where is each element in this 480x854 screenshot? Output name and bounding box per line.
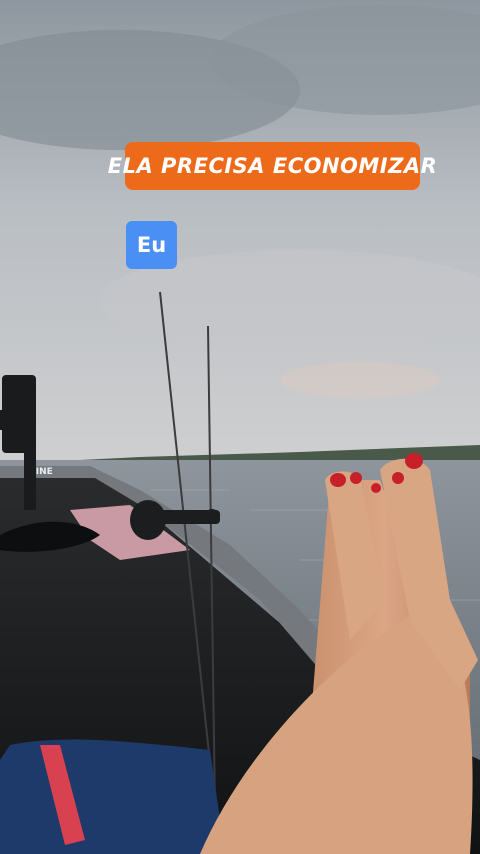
name-tag-text: Eu: [136, 233, 167, 257]
name-tag: Eu: [126, 221, 177, 269]
blue-jacket: [0, 739, 225, 854]
caption-banner: ELA PRECISA ECONOMIZAR: [108, 142, 437, 190]
boat-lake-photo: LINE: [0, 0, 480, 854]
caption-text: ELA PRECISA ECONOMIZAR: [107, 154, 438, 178]
story-scene: LINE ELA PRECISA ECONOMIZAR Eu: [0, 0, 480, 854]
cloud: [280, 362, 440, 398]
